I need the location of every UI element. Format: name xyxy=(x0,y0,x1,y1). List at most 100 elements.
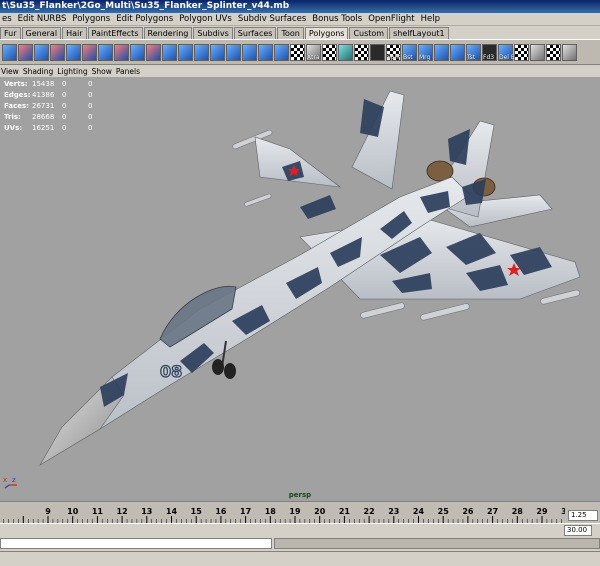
poly-sphere-icon[interactable] xyxy=(2,43,17,61)
tessellate-icon[interactable]: Tst xyxy=(466,43,481,61)
quadrangulate-icon[interactable] xyxy=(226,43,241,61)
shelf-icon-label: Tst xyxy=(467,53,476,61)
shelf-tab-fur[interactable]: Fur xyxy=(0,27,21,39)
axis-x-label: x xyxy=(3,476,7,484)
axis-gizmo-icon: x z xyxy=(3,476,17,489)
soften-edge-icon[interactable] xyxy=(514,43,529,61)
history-icon[interactable] xyxy=(562,43,577,61)
panel-menu: View Shading Lighting Show Panels xyxy=(0,66,600,77)
menu-edit-polygons[interactable]: Edit Polygons xyxy=(114,13,177,25)
separate-icon[interactable] xyxy=(114,43,129,61)
time-tick-label: 27 xyxy=(487,507,498,516)
bevel-icon[interactable]: Bst xyxy=(402,43,417,61)
shelf-tab-shelflayout1[interactable]: shelfLayout1 xyxy=(389,27,449,39)
time-tick-label: 28 xyxy=(512,507,524,516)
hud-value: 0 xyxy=(88,91,93,99)
checker-icon[interactable] xyxy=(290,43,305,61)
menu-edit-surfaces[interactable]: es xyxy=(0,13,16,25)
range-end-field[interactable]: 30.00 xyxy=(564,525,592,536)
smooth-icon[interactable] xyxy=(162,43,177,61)
triangulate-icon[interactable] xyxy=(210,43,225,61)
hud-label: UVs: xyxy=(4,124,23,132)
harden-edge-icon[interactable] xyxy=(530,43,545,61)
hud-label: Tris: xyxy=(4,113,21,121)
mirror-icon[interactable] xyxy=(194,43,209,61)
combine-icon[interactable] xyxy=(98,43,113,61)
panel-menu-shading[interactable]: Shading xyxy=(22,66,56,77)
panel-menu-show[interactable]: Show xyxy=(91,66,115,77)
reduce-icon[interactable] xyxy=(178,43,193,61)
time-tick-label: 26 xyxy=(462,507,474,516)
merge-icon[interactable]: Mrg xyxy=(418,43,433,61)
shelf-tab-custom[interactable]: Custom xyxy=(349,27,389,39)
panel-menu-view[interactable]: View xyxy=(0,66,22,77)
face-detach-icon[interactable]: Fd3 xyxy=(482,43,497,61)
shelf-toolbar: Xtra Split Bst Mrg Tst Fd3 Del E xyxy=(0,39,600,65)
shelf-tabs: Fur General Hair PaintEffects Rendering … xyxy=(0,26,600,39)
hud-value: 15438 xyxy=(32,80,55,88)
time-tick-label: 11 xyxy=(92,507,104,516)
hud-label: Faces: xyxy=(4,102,29,110)
time-tick-label: 18 xyxy=(265,507,277,516)
time-tick-label: 12 xyxy=(117,507,128,516)
time-tick-label: 29 xyxy=(536,507,548,516)
split-edge-icon[interactable]: Split xyxy=(386,43,401,61)
append-icon[interactable] xyxy=(434,43,449,61)
normal-icon[interactable] xyxy=(546,43,561,61)
sphere-wire-icon[interactable] xyxy=(370,43,385,61)
shelf-tab-rendering[interactable]: Rendering xyxy=(143,27,193,39)
poly-cone-icon[interactable] xyxy=(50,43,65,61)
poly-cylinder-icon[interactable] xyxy=(34,43,49,61)
shelf-tab-toon[interactable]: Toon xyxy=(277,27,304,39)
uv-map-icon[interactable] xyxy=(354,43,369,61)
time-slider[interactable]: 9 10 11 12 13 14 15 16 17 18 19 20 21 22 23 24 25 26 27 28 2… xyxy=(0,501,600,524)
axis-z-label: z xyxy=(12,476,16,484)
perspective-viewport[interactable]: 08 Verts: 15438 0 0 Edges: 41386 0 0 Fac… xyxy=(0,77,600,501)
uv-checker-icon[interactable] xyxy=(322,43,337,61)
poly-plane-icon[interactable] xyxy=(66,43,81,61)
current-frame-field[interactable]: 1.25 xyxy=(568,510,598,521)
extrude-icon[interactable]: Xtra xyxy=(306,43,321,61)
shelf-tab-surfaces[interactable]: Surfaces xyxy=(233,27,277,39)
split-polygon-icon[interactable] xyxy=(338,43,353,61)
wedge-icon[interactable] xyxy=(450,43,465,61)
menu-polygons[interactable]: Polygons xyxy=(70,13,114,25)
boolean-icon[interactable] xyxy=(146,43,161,61)
shelf-tab-general[interactable]: General xyxy=(21,27,62,39)
shelf-tab-hair[interactable]: Hair xyxy=(62,27,87,39)
hud-value: 28668 xyxy=(32,113,55,121)
shelf-tab-subdivs[interactable]: Subdivs xyxy=(193,27,233,39)
shelf-tab-polygons[interactable]: Polygons xyxy=(304,27,349,39)
time-ruler[interactable]: 9 10 11 12 13 14 15 16 17 18 19 20 21 22 23 24 25 26 27 28 2… xyxy=(0,502,565,524)
time-tick-label: 13 xyxy=(141,507,152,516)
poly-cube-icon[interactable] xyxy=(18,43,33,61)
shelf-icon-label: Mrg xyxy=(419,53,431,61)
command-input[interactable] xyxy=(0,538,272,549)
range-slider[interactable]: 30.00 xyxy=(0,523,600,537)
menu-subdiv-surfaces[interactable]: Subdiv Surfaces xyxy=(236,13,310,25)
shelf-tab-painteffects[interactable]: PaintEffects xyxy=(87,27,143,39)
extract-icon[interactable] xyxy=(130,43,145,61)
cleanup-icon[interactable] xyxy=(274,43,289,61)
fuselage xyxy=(61,176,471,444)
hud-value: 0 xyxy=(62,113,67,121)
shelf-icon-label: Del E xyxy=(499,53,515,61)
time-tick-label: 21 xyxy=(339,507,351,516)
menu-edit-nurbs[interactable]: Edit NURBS xyxy=(16,13,71,25)
time-tick-label: 23 xyxy=(388,507,399,516)
make-hole-icon[interactable] xyxy=(258,43,273,61)
time-tick-label: 30 xyxy=(561,507,565,516)
shelf-icon-label: Fd3 xyxy=(483,53,495,61)
fill-hole-icon[interactable] xyxy=(242,43,257,61)
delete-edge-icon[interactable]: Del E xyxy=(498,43,515,61)
panel-menu-panels[interactable]: Panels xyxy=(115,66,143,77)
menu-help[interactable]: Help xyxy=(419,13,444,25)
menu-polygon-uvs[interactable]: Polygon UVs xyxy=(177,13,236,25)
hud-row-tris: Tris: 28668 0 0 xyxy=(4,112,98,123)
panel-menu-lighting[interactable]: Lighting xyxy=(56,66,90,77)
hud-value: 0 xyxy=(88,113,93,121)
menu-bonus-tools[interactable]: Bonus Tools xyxy=(310,13,366,25)
menu-openflight[interactable]: OpenFlight xyxy=(366,13,418,25)
poly-torus-icon[interactable] xyxy=(82,43,97,61)
time-tick-label: 19 xyxy=(289,507,301,516)
